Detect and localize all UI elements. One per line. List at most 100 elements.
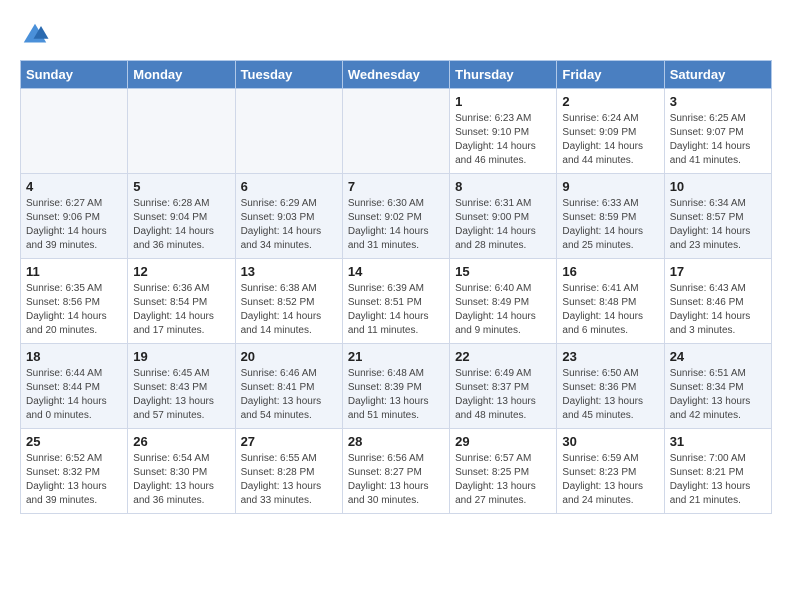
day-number: 28	[348, 434, 444, 449]
calendar-cell: 5 Sunrise: 6:28 AM Sunset: 9:04 PM Daylig…	[128, 174, 235, 259]
day-info: Sunrise: 6:28 AM Sunset: 9:04 PM Dayligh…	[133, 197, 229, 253]
calendar-cell: 24Sunrise: 6:51 AM Sunset: 8:34 PM Dayli…	[664, 344, 771, 429]
calendar-cell: 18 Sunrise: 6:44 AM Sunset: 8:44 PM Dayli…	[21, 344, 128, 429]
day-number: 3	[670, 94, 766, 109]
calendar-week-row: 18 Sunrise: 6:44 AM Sunset: 8:44 PM Dayli…	[21, 344, 772, 429]
col-header-thursday: Thursday	[450, 61, 557, 89]
calendar-cell: 2 Sunrise: 6:24 AM Sunset: 9:09 PM Daylig…	[557, 89, 664, 174]
day-info: Sunrise: 6:51 AM Sunset: 8:34 PM Dayligh…	[670, 367, 766, 423]
calendar-cell: 11 Sunrise: 6:35 AM Sunset: 8:56 PM Dayli…	[21, 259, 128, 344]
calendar-cell: 29Sunrise: 6:57 AM Sunset: 8:25 PM Dayli…	[450, 429, 557, 514]
day-number: 5	[133, 179, 229, 194]
day-number: 11	[26, 264, 122, 279]
day-number: 17	[670, 264, 766, 279]
day-number: 19	[133, 349, 229, 364]
day-info: Sunrise: 6:31 AM Sunset: 9:00 PM Dayligh…	[455, 197, 551, 253]
col-header-friday: Friday	[557, 61, 664, 89]
day-info: Sunrise: 6:33 AM Sunset: 8:59 PM Dayligh…	[562, 197, 658, 253]
col-header-tuesday: Tuesday	[235, 61, 342, 89]
calendar-cell: 9Sunrise: 6:33 AM Sunset: 8:59 PM Daylig…	[557, 174, 664, 259]
day-info: Sunrise: 6:29 AM Sunset: 9:03 PM Dayligh…	[241, 197, 337, 253]
day-info: Sunrise: 6:41 AM Sunset: 8:48 PM Dayligh…	[562, 282, 658, 338]
calendar-header-row: SundayMondayTuesdayWednesdayThursdayFrid…	[21, 61, 772, 89]
day-info: Sunrise: 6:54 AM Sunset: 8:30 PM Dayligh…	[133, 452, 229, 508]
day-number: 18	[26, 349, 122, 364]
calendar-cell: 14 Sunrise: 6:39 AM Sunset: 8:51 PM Dayli…	[342, 259, 449, 344]
calendar-week-row: 25 Sunrise: 6:52 AM Sunset: 8:32 PM Dayli…	[21, 429, 772, 514]
calendar-cell	[128, 89, 235, 174]
calendar-cell: 20Sunrise: 6:46 AM Sunset: 8:41 PM Dayli…	[235, 344, 342, 429]
day-number: 21	[348, 349, 444, 364]
day-info: Sunrise: 6:27 AM Sunset: 9:06 PM Dayligh…	[26, 197, 122, 253]
day-info: Sunrise: 6:35 AM Sunset: 8:56 PM Dayligh…	[26, 282, 122, 338]
calendar-cell: 27Sunrise: 6:55 AM Sunset: 8:28 PM Dayli…	[235, 429, 342, 514]
logo	[20, 20, 54, 50]
col-header-wednesday: Wednesday	[342, 61, 449, 89]
day-info: Sunrise: 6:46 AM Sunset: 8:41 PM Dayligh…	[241, 367, 337, 423]
logo-icon	[20, 20, 50, 50]
day-number: 30	[562, 434, 658, 449]
day-info: Sunrise: 6:45 AM Sunset: 8:43 PM Dayligh…	[133, 367, 229, 423]
calendar-cell: 13 Sunrise: 6:38 AM Sunset: 8:52 PM Dayli…	[235, 259, 342, 344]
day-info: Sunrise: 6:55 AM Sunset: 8:28 PM Dayligh…	[241, 452, 337, 508]
day-info: Sunrise: 6:23 AM Sunset: 9:10 PM Dayligh…	[455, 112, 551, 168]
day-info: Sunrise: 7:00 AM Sunset: 8:21 PM Dayligh…	[670, 452, 766, 508]
day-info: Sunrise: 6:38 AM Sunset: 8:52 PM Dayligh…	[241, 282, 337, 338]
calendar-cell: 12 Sunrise: 6:36 AM Sunset: 8:54 PM Dayli…	[128, 259, 235, 344]
calendar-cell: 4 Sunrise: 6:27 AM Sunset: 9:06 PM Daylig…	[21, 174, 128, 259]
calendar-cell: 15 Sunrise: 6:40 AM Sunset: 8:49 PM Dayli…	[450, 259, 557, 344]
day-number: 26	[133, 434, 229, 449]
calendar-cell	[235, 89, 342, 174]
day-info: Sunrise: 6:48 AM Sunset: 8:39 PM Dayligh…	[348, 367, 444, 423]
calendar-cell: 26 Sunrise: 6:54 AM Sunset: 8:30 PM Dayli…	[128, 429, 235, 514]
day-number: 14	[348, 264, 444, 279]
day-info: Sunrise: 6:36 AM Sunset: 8:54 PM Dayligh…	[133, 282, 229, 338]
day-number: 7	[348, 179, 444, 194]
day-info: Sunrise: 6:40 AM Sunset: 8:49 PM Dayligh…	[455, 282, 551, 338]
calendar-cell	[21, 89, 128, 174]
calendar-cell: 19 Sunrise: 6:45 AM Sunset: 8:43 PM Dayli…	[128, 344, 235, 429]
day-number: 1	[455, 94, 551, 109]
calendar-week-row: 1 Sunrise: 6:23 AM Sunset: 9:10 PM Daylig…	[21, 89, 772, 174]
calendar-cell: 1 Sunrise: 6:23 AM Sunset: 9:10 PM Daylig…	[450, 89, 557, 174]
day-number: 29	[455, 434, 551, 449]
day-info: Sunrise: 6:30 AM Sunset: 9:02 PM Dayligh…	[348, 197, 444, 253]
calendar-cell: 28Sunrise: 6:56 AM Sunset: 8:27 PM Dayli…	[342, 429, 449, 514]
day-info: Sunrise: 6:52 AM Sunset: 8:32 PM Dayligh…	[26, 452, 122, 508]
calendar-cell: 31 Sunrise: 7:00 AM Sunset: 8:21 PM Dayli…	[664, 429, 771, 514]
day-info: Sunrise: 6:50 AM Sunset: 8:36 PM Dayligh…	[562, 367, 658, 423]
calendar-cell: 30 Sunrise: 6:59 AM Sunset: 8:23 PM Dayli…	[557, 429, 664, 514]
col-header-monday: Monday	[128, 61, 235, 89]
day-number: 12	[133, 264, 229, 279]
day-info: Sunrise: 6:39 AM Sunset: 8:51 PM Dayligh…	[348, 282, 444, 338]
day-number: 25	[26, 434, 122, 449]
day-info: Sunrise: 6:49 AM Sunset: 8:37 PM Dayligh…	[455, 367, 551, 423]
day-number: 13	[241, 264, 337, 279]
calendar-cell: 25 Sunrise: 6:52 AM Sunset: 8:32 PM Dayli…	[21, 429, 128, 514]
day-info: Sunrise: 6:24 AM Sunset: 9:09 PM Dayligh…	[562, 112, 658, 168]
day-info: Sunrise: 6:34 AM Sunset: 8:57 PM Dayligh…	[670, 197, 766, 253]
calendar-cell: 6 Sunrise: 6:29 AM Sunset: 9:03 PM Daylig…	[235, 174, 342, 259]
day-number: 2	[562, 94, 658, 109]
day-number: 10	[670, 179, 766, 194]
day-info: Sunrise: 6:59 AM Sunset: 8:23 PM Dayligh…	[562, 452, 658, 508]
calendar-cell: 17Sunrise: 6:43 AM Sunset: 8:46 PM Dayli…	[664, 259, 771, 344]
calendar-cell: 21 Sunrise: 6:48 AM Sunset: 8:39 PM Dayli…	[342, 344, 449, 429]
calendar-cell: 3 Sunrise: 6:25 AM Sunset: 9:07 PM Daylig…	[664, 89, 771, 174]
day-number: 16	[562, 264, 658, 279]
calendar-week-row: 4 Sunrise: 6:27 AM Sunset: 9:06 PM Daylig…	[21, 174, 772, 259]
day-number: 15	[455, 264, 551, 279]
day-number: 6	[241, 179, 337, 194]
calendar-cell: 23Sunrise: 6:50 AM Sunset: 8:36 PM Dayli…	[557, 344, 664, 429]
day-number: 4	[26, 179, 122, 194]
day-info: Sunrise: 6:44 AM Sunset: 8:44 PM Dayligh…	[26, 367, 122, 423]
calendar-cell: 8 Sunrise: 6:31 AM Sunset: 9:00 PM Daylig…	[450, 174, 557, 259]
day-number: 31	[670, 434, 766, 449]
calendar-cell: 7 Sunrise: 6:30 AM Sunset: 9:02 PM Daylig…	[342, 174, 449, 259]
calendar-cell: 10 Sunrise: 6:34 AM Sunset: 8:57 PM Dayli…	[664, 174, 771, 259]
day-info: Sunrise: 6:25 AM Sunset: 9:07 PM Dayligh…	[670, 112, 766, 168]
calendar-cell: 22Sunrise: 6:49 AM Sunset: 8:37 PM Dayli…	[450, 344, 557, 429]
day-number: 8	[455, 179, 551, 194]
col-header-saturday: Saturday	[664, 61, 771, 89]
calendar-cell	[342, 89, 449, 174]
